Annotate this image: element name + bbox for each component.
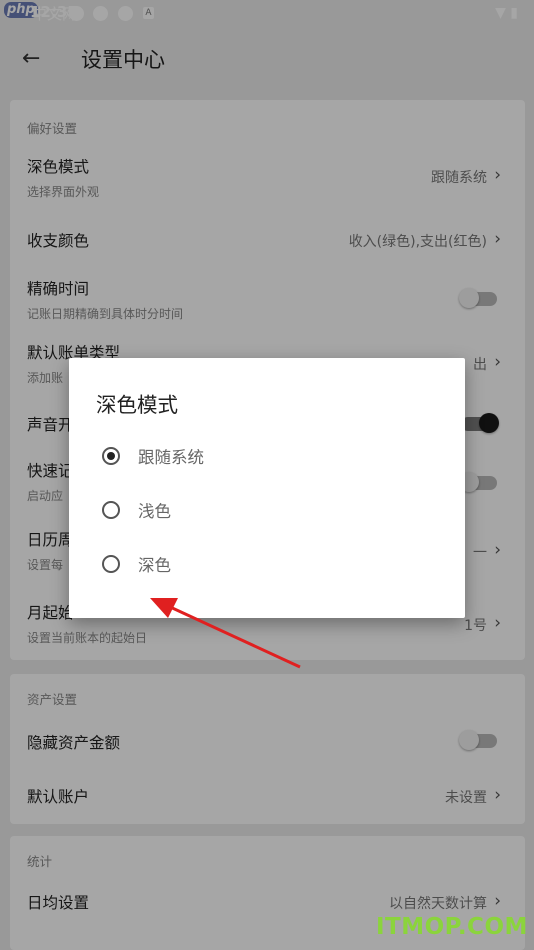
arrow-shaft (167, 604, 301, 669)
annotation-arrow (150, 598, 301, 669)
watermark: ITMOP.COM (376, 914, 528, 940)
